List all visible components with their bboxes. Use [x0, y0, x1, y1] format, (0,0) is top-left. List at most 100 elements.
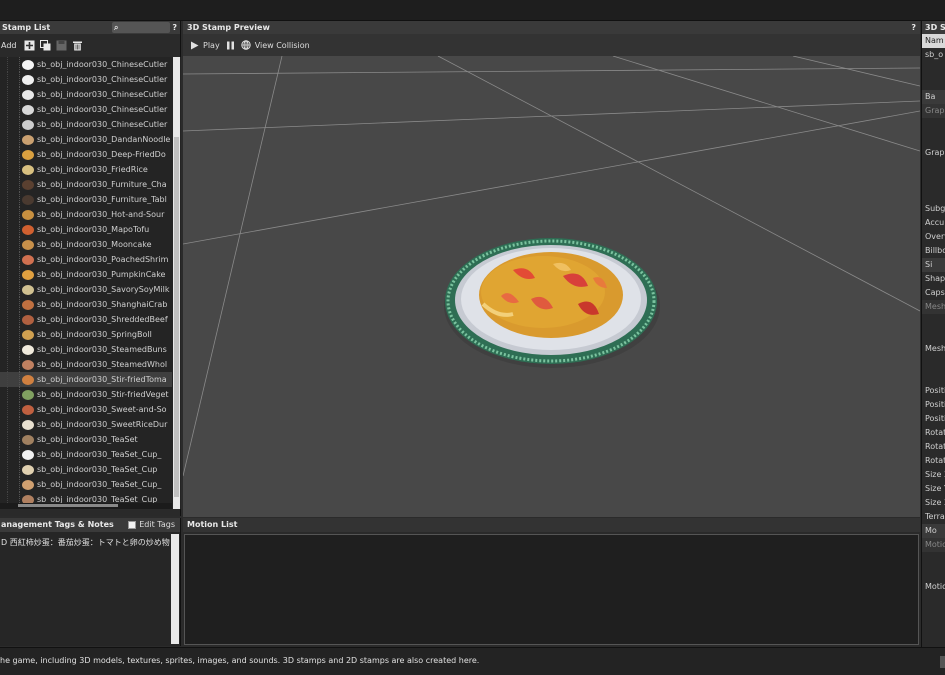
tree-guide: [0, 267, 20, 282]
stamp-list-help-button[interactable]: ?: [172, 21, 177, 34]
stamp-list-item[interactable]: sb_obj_indoor030_TeaSet_Cup: [0, 462, 172, 477]
stamp-item-label: sb_obj_indoor030_ShreddedBeef: [37, 315, 168, 324]
stamp-item-label: sb_obj_indoor030_TeaSet_Cup_: [37, 450, 162, 459]
tree-guide: [0, 327, 20, 342]
stamp-thumbnail-icon: [22, 239, 34, 250]
stamp-list-item[interactable]: sb_obj_indoor030_TeaSet_Cup_: [0, 477, 172, 492]
play-button[interactable]: Play: [190, 41, 220, 50]
stamp-list-item[interactable]: sb_obj_indoor030_ShreddedBeef: [0, 312, 172, 327]
stamp-item-label: sb_obj_indoor030_FriedRice: [37, 165, 148, 174]
stamp-list-item[interactable]: sb_obj_indoor030_PumpkinCake: [0, 267, 172, 282]
motion-list[interactable]: [184, 534, 919, 645]
notes-header: anagement Tags & Notes Edit Tags: [0, 518, 180, 532]
stamp-list-item[interactable]: sb_obj_indoor030_SavorySoyMilk: [0, 282, 172, 297]
notes-text[interactable]: D 西紅柿炒蛋：番茄炒蛋：トマトと卵の炒め物: [0, 532, 180, 553]
tree-guide: [0, 252, 20, 267]
inspector-section[interactable]: Ba: [922, 90, 945, 104]
stamp-search-input[interactable]: ⌕: [112, 22, 170, 33]
stamp-thumbnail-icon: [22, 164, 34, 175]
add-label: Add: [1, 40, 17, 50]
scroll-thumb[interactable]: [174, 137, 179, 497]
stamp-list-hscrollbar[interactable]: [0, 503, 172, 509]
stamp-item-label: sb_obj_indoor030_Hot-and-Sour: [37, 210, 165, 219]
stamp-list-item[interactable]: sb_obj_indoor030_ChineseCutler: [0, 72, 172, 87]
stamp-list-item[interactable]: sb_obj_indoor030_ChineseCutler: [0, 102, 172, 117]
stamp-list-toolbar: Add: [0, 34, 180, 56]
inspector-row: [922, 314, 945, 328]
stamp-item-label: sb_obj_indoor030_SweetRiceDur: [37, 420, 168, 429]
edit-tags-checkbox[interactable]: [128, 521, 137, 529]
save-icon[interactable]: [56, 39, 68, 51]
pause-button[interactable]: [226, 41, 235, 50]
stamp-item-label: sb_obj_indoor030_TeaSet: [37, 435, 138, 444]
preview-help-button[interactable]: ?: [911, 21, 916, 34]
stamp-list-item[interactable]: sb_obj_indoor030_ChineseCutler: [0, 117, 172, 132]
view-collision-button[interactable]: View Collision: [240, 40, 310, 50]
inspector-section[interactable]: Mo: [922, 524, 945, 538]
stamp-item-label: sb_obj_indoor030_Furniture_Tabl: [37, 195, 167, 204]
edit-tags-toggle[interactable]: Edit Tags: [128, 518, 175, 532]
stamp-list-item[interactable]: sb_obj_indoor030_SteamedWhol: [0, 357, 172, 372]
stamp-list-item[interactable]: sb_obj_indoor030_SpringBoll: [0, 327, 172, 342]
stamp-list-item[interactable]: sb_obj_indoor030_ChineseCutler: [0, 57, 172, 72]
stamp-list-item[interactable]: sb_obj_indoor030_Mooncake: [0, 237, 172, 252]
stamp-list-item[interactable]: sb_obj_indoor030_ChineseCutler: [0, 87, 172, 102]
stamp-list-item[interactable]: sb_obj_indoor030_MapoTofu: [0, 222, 172, 237]
tree-guide: [0, 477, 20, 492]
stamp-list-panel: Stamp List ⌕ ? Add sb_obj_indoor030_Chin…: [0, 21, 181, 516]
stamp-thumbnail-icon: [22, 359, 34, 370]
inspector-section[interactable]: Si: [922, 258, 945, 272]
delete-icon[interactable]: [72, 39, 84, 51]
stamp-list-item[interactable]: sb_obj_indoor030_Deep-FriedDo: [0, 147, 172, 162]
dish-model: [444, 238, 660, 368]
stamp-list-scrollbar[interactable]: [173, 57, 180, 509]
stamp-list-item[interactable]: sb_obj_indoor030_FriedRice: [0, 162, 172, 177]
add-stamp-icon[interactable]: [24, 39, 36, 51]
stamp-list[interactable]: sb_obj_indoor030_ChineseCutler sb_obj_ind…: [0, 57, 181, 509]
status-button[interactable]: [940, 656, 945, 668]
3d-viewport[interactable]: [183, 56, 920, 517]
stamp-list-item[interactable]: sb_obj_indoor030_DandanNoodle: [0, 132, 172, 147]
inspector-row: [922, 76, 945, 90]
inspector-row: [922, 118, 945, 132]
inspector-row: Accu: [925, 218, 945, 227]
stamp-thumbnail-icon: [22, 104, 34, 115]
stamp-list-item[interactable]: sb_obj_indoor030_Stir-friedVeget: [0, 387, 172, 402]
stamp-list-item[interactable]: sb_obj_indoor030_PoachedShrim: [0, 252, 172, 267]
stamp-list-item[interactable]: sb_obj_indoor030_Furniture_Cha: [0, 177, 172, 192]
duplicate-icon[interactable]: [40, 39, 52, 51]
stamp-thumbnail-icon: [22, 134, 34, 145]
notes-scrollbar[interactable]: [171, 534, 179, 644]
preview-title: 3D Stamp Preview: [187, 23, 270, 32]
view-collision-label: View Collision: [254, 40, 310, 50]
stamp-list-item[interactable]: sb_obj_indoor030_TeaSet_Cup_: [0, 447, 172, 462]
stamp-list-item[interactable]: sb_obj_indoor030_Stir-friedToma: [0, 372, 172, 387]
stamp-thumbnail-icon: [22, 374, 34, 385]
play-label: Play: [203, 40, 220, 50]
stamp-list-item[interactable]: sb_obj_indoor030_TeaSet: [0, 432, 172, 447]
stamp-list-item[interactable]: sb_obj_indoor030_ShanghaiCrab: [0, 297, 172, 312]
stamp-thumbnail-icon: [22, 284, 34, 295]
tree-guide: [0, 117, 20, 132]
tree-guide: [0, 237, 20, 252]
inspector-row: Size 2: [925, 498, 945, 507]
tree-guide: [0, 87, 20, 102]
stamp-list-item[interactable]: sb_obj_indoor030_SweetRiceDur: [0, 417, 172, 432]
stamp-list-item[interactable]: sb_obj_indoor030_Sweet-and-So: [0, 402, 172, 417]
stamp-list-item[interactable]: sb_obj_indoor030_SteamedBuns: [0, 342, 172, 357]
stamp-thumbnail-icon: [22, 269, 34, 280]
inspector-row: Mesh: [922, 300, 945, 314]
app-title-bar: [0, 0, 945, 21]
stamp-thumbnail-icon: [22, 254, 34, 265]
tree-guide: [0, 357, 20, 372]
tree-guide: [0, 132, 20, 147]
inspector-row: Positi: [925, 414, 945, 423]
stamp-list-item[interactable]: sb_obj_indoor030_Furniture_Tabl: [0, 192, 172, 207]
inspector-row: Motic: [922, 538, 945, 552]
inspector-row: [922, 370, 945, 384]
stamp-thumbnail-icon: [22, 404, 34, 415]
inspector-row: Overv: [925, 232, 945, 241]
stamp-list-item[interactable]: sb_obj_indoor030_Hot-and-Sour: [0, 207, 172, 222]
hscroll-thumb[interactable]: [18, 504, 118, 507]
tree-guide: [0, 192, 20, 207]
